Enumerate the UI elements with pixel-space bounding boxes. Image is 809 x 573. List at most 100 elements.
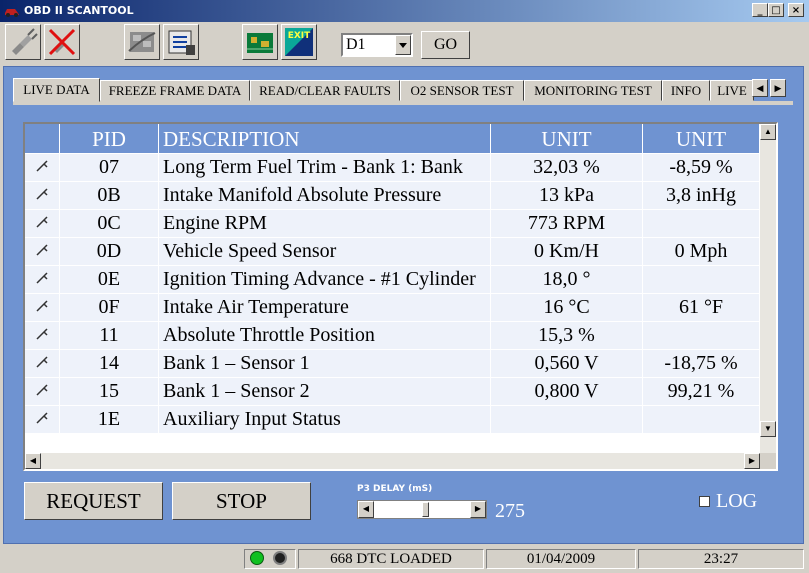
p3-delay-value: 275 bbox=[495, 500, 525, 522]
row-description: Bank 1 – Sensor 1 bbox=[159, 350, 491, 378]
close-button[interactable]: × bbox=[788, 3, 804, 17]
table-row[interactable]: 0C Engine RPM 773 RPM bbox=[25, 210, 760, 238]
table-row[interactable]: 07 Long Term Fuel Trim - Bank 1: Bank 32… bbox=[25, 154, 760, 182]
horizontal-scrollbar[interactable]: ◀ ▶ bbox=[25, 453, 760, 469]
window-title: OBD II SCANTOOL bbox=[24, 4, 134, 17]
vertical-scrollbar[interactable]: ▲ ▼ bbox=[760, 124, 776, 453]
disconnect-button[interactable] bbox=[44, 24, 80, 60]
scanner-button[interactable] bbox=[163, 24, 199, 60]
row-unit-metric: 18,0 ° bbox=[491, 266, 643, 294]
row-pid: 0C bbox=[60, 210, 159, 238]
live-data-grid: PID DESCRIPTION UNIT UNIT 07 Long Term F… bbox=[23, 122, 778, 471]
scroll-down-button[interactable]: ▼ bbox=[760, 421, 776, 437]
exit-icon-text: EXIT bbox=[288, 31, 311, 41]
table-row[interactable]: 1E Auxiliary Input Status bbox=[25, 406, 760, 434]
log-checkbox[interactable] bbox=[699, 496, 710, 507]
row-pid: 0B bbox=[60, 182, 159, 210]
row-unit-imperial bbox=[643, 406, 760, 434]
film-button[interactable] bbox=[124, 24, 160, 60]
header-unit-metric[interactable]: UNIT bbox=[491, 124, 643, 154]
go-button[interactable]: GO bbox=[421, 31, 470, 59]
maximize-button[interactable]: □ bbox=[768, 3, 784, 17]
tab-read-clear-faults[interactable]: READ/CLEAR FAULTS bbox=[250, 80, 400, 101]
sensor-icon bbox=[25, 322, 60, 350]
table-row[interactable]: 0B Intake Manifold Absolute Pressure 13 … bbox=[25, 182, 760, 210]
row-unit-imperial bbox=[643, 210, 760, 238]
device-select[interactable]: D1 bbox=[341, 33, 413, 57]
time-status: 23:27 bbox=[638, 549, 804, 569]
tab-o2-sensor-test[interactable]: O2 SENSOR TEST bbox=[400, 80, 524, 101]
sensor-icon bbox=[25, 350, 60, 378]
toolbar: EXIT D1 GO bbox=[0, 22, 809, 64]
scroll-up-button[interactable]: ▲ bbox=[760, 124, 776, 140]
row-pid: 15 bbox=[60, 378, 159, 406]
header-description[interactable]: DESCRIPTION bbox=[159, 124, 491, 154]
row-description: Long Term Fuel Trim - Bank 1: Bank bbox=[159, 154, 491, 182]
tab-freeze-frame-data[interactable]: FREEZE FRAME DATA bbox=[100, 80, 250, 101]
disconnect-icon bbox=[48, 28, 76, 56]
log-label: LOG bbox=[716, 490, 758, 512]
row-unit-metric: 0,560 V bbox=[491, 350, 643, 378]
row-unit-imperial bbox=[643, 322, 760, 350]
row-description: Ignition Timing Advance - #1 Cylinder bbox=[159, 266, 491, 294]
tab-live[interactable]: LIVE bbox=[710, 80, 754, 101]
request-button[interactable]: REQUEST bbox=[24, 482, 163, 520]
row-pid: 0F bbox=[60, 294, 159, 322]
film-icon bbox=[128, 32, 156, 52]
header-unit-imperial[interactable]: UNIT bbox=[643, 124, 760, 154]
row-unit-imperial: 61 °F bbox=[643, 294, 760, 322]
row-unit-metric: 13 kPa bbox=[491, 182, 643, 210]
tab-info[interactable]: INFO bbox=[662, 80, 710, 101]
tab-scroll-left-button[interactable]: ◀ bbox=[752, 79, 768, 97]
scroll-right-button[interactable]: ▶ bbox=[744, 453, 760, 469]
minimize-button[interactable]: _ bbox=[752, 3, 768, 17]
table-row[interactable]: 15 Bank 1 – Sensor 2 0,800 V 99,21 % bbox=[25, 378, 760, 406]
slider-thumb[interactable] bbox=[422, 502, 429, 517]
scrollbar-corner bbox=[760, 453, 776, 469]
circuit-button[interactable] bbox=[242, 24, 278, 60]
row-unit-metric: 773 RPM bbox=[491, 210, 643, 238]
slider-right-button[interactable]: ▶ bbox=[470, 501, 486, 518]
row-unit-metric: 32,03 % bbox=[491, 154, 643, 182]
row-pid: 14 bbox=[60, 350, 159, 378]
row-unit-imperial: 99,21 % bbox=[643, 378, 760, 406]
header-pid[interactable]: PID bbox=[60, 124, 159, 154]
tab-live-data[interactable]: LIVE DATA bbox=[13, 78, 100, 102]
row-description: Vehicle Speed Sensor bbox=[159, 238, 491, 266]
table-row[interactable]: 0F Intake Air Temperature 16 °C 61 °F bbox=[25, 294, 760, 322]
row-description: Absolute Throttle Position bbox=[159, 322, 491, 350]
date-status: 01/04/2009 bbox=[486, 549, 636, 569]
tab-monitoring-test[interactable]: MONITORING TEST bbox=[524, 80, 662, 101]
table-row[interactable]: 14 Bank 1 – Sensor 1 0,560 V -18,75 % bbox=[25, 350, 760, 378]
row-description: Intake Manifold Absolute Pressure bbox=[159, 182, 491, 210]
connection-led-icon bbox=[250, 551, 264, 565]
row-description: Intake Air Temperature bbox=[159, 294, 491, 322]
app-window: OBD II SCANTOOL _ □ × EXIT D1 GO LIVE DA… bbox=[0, 0, 809, 573]
tab-scroll-right-button[interactable]: ▶ bbox=[770, 79, 786, 97]
exit-button[interactable]: EXIT bbox=[281, 24, 317, 60]
row-pid: 07 bbox=[60, 154, 159, 182]
table-row[interactable]: 11 Absolute Throttle Position 15,3 % bbox=[25, 322, 760, 350]
dtc-status: 668 DTC LOADED bbox=[298, 549, 484, 569]
row-pid: 1E bbox=[60, 406, 159, 434]
sensor-icon bbox=[25, 210, 60, 238]
chevron-down-icon[interactable] bbox=[395, 35, 411, 55]
status-bar: 668 DTC LOADED 01/04/2009 23:27 bbox=[0, 546, 809, 573]
slider-left-button[interactable]: ◀ bbox=[358, 501, 374, 518]
table-row[interactable]: 0D Vehicle Speed Sensor 0 Km/H 0 Mph bbox=[25, 238, 760, 266]
header-icon-column bbox=[25, 124, 60, 154]
sensor-icon bbox=[25, 182, 60, 210]
scroll-left-button[interactable]: ◀ bbox=[25, 453, 41, 469]
row-unit-metric: 16 °C bbox=[491, 294, 643, 322]
row-unit-imperial: 0 Mph bbox=[643, 238, 760, 266]
p3-delay-slider[interactable]: ◀ ▶ bbox=[357, 500, 487, 519]
sensor-icon bbox=[25, 266, 60, 294]
connect-button[interactable] bbox=[5, 24, 41, 60]
activity-led-icon bbox=[273, 551, 287, 565]
title-bar: OBD II SCANTOOL _ □ × bbox=[0, 0, 809, 22]
sensor-icon bbox=[25, 154, 60, 182]
stop-button[interactable]: STOP bbox=[172, 482, 311, 520]
row-pid: 0D bbox=[60, 238, 159, 266]
table-row[interactable]: 0E Ignition Timing Advance - #1 Cylinder… bbox=[25, 266, 760, 294]
row-unit-metric bbox=[491, 406, 643, 434]
